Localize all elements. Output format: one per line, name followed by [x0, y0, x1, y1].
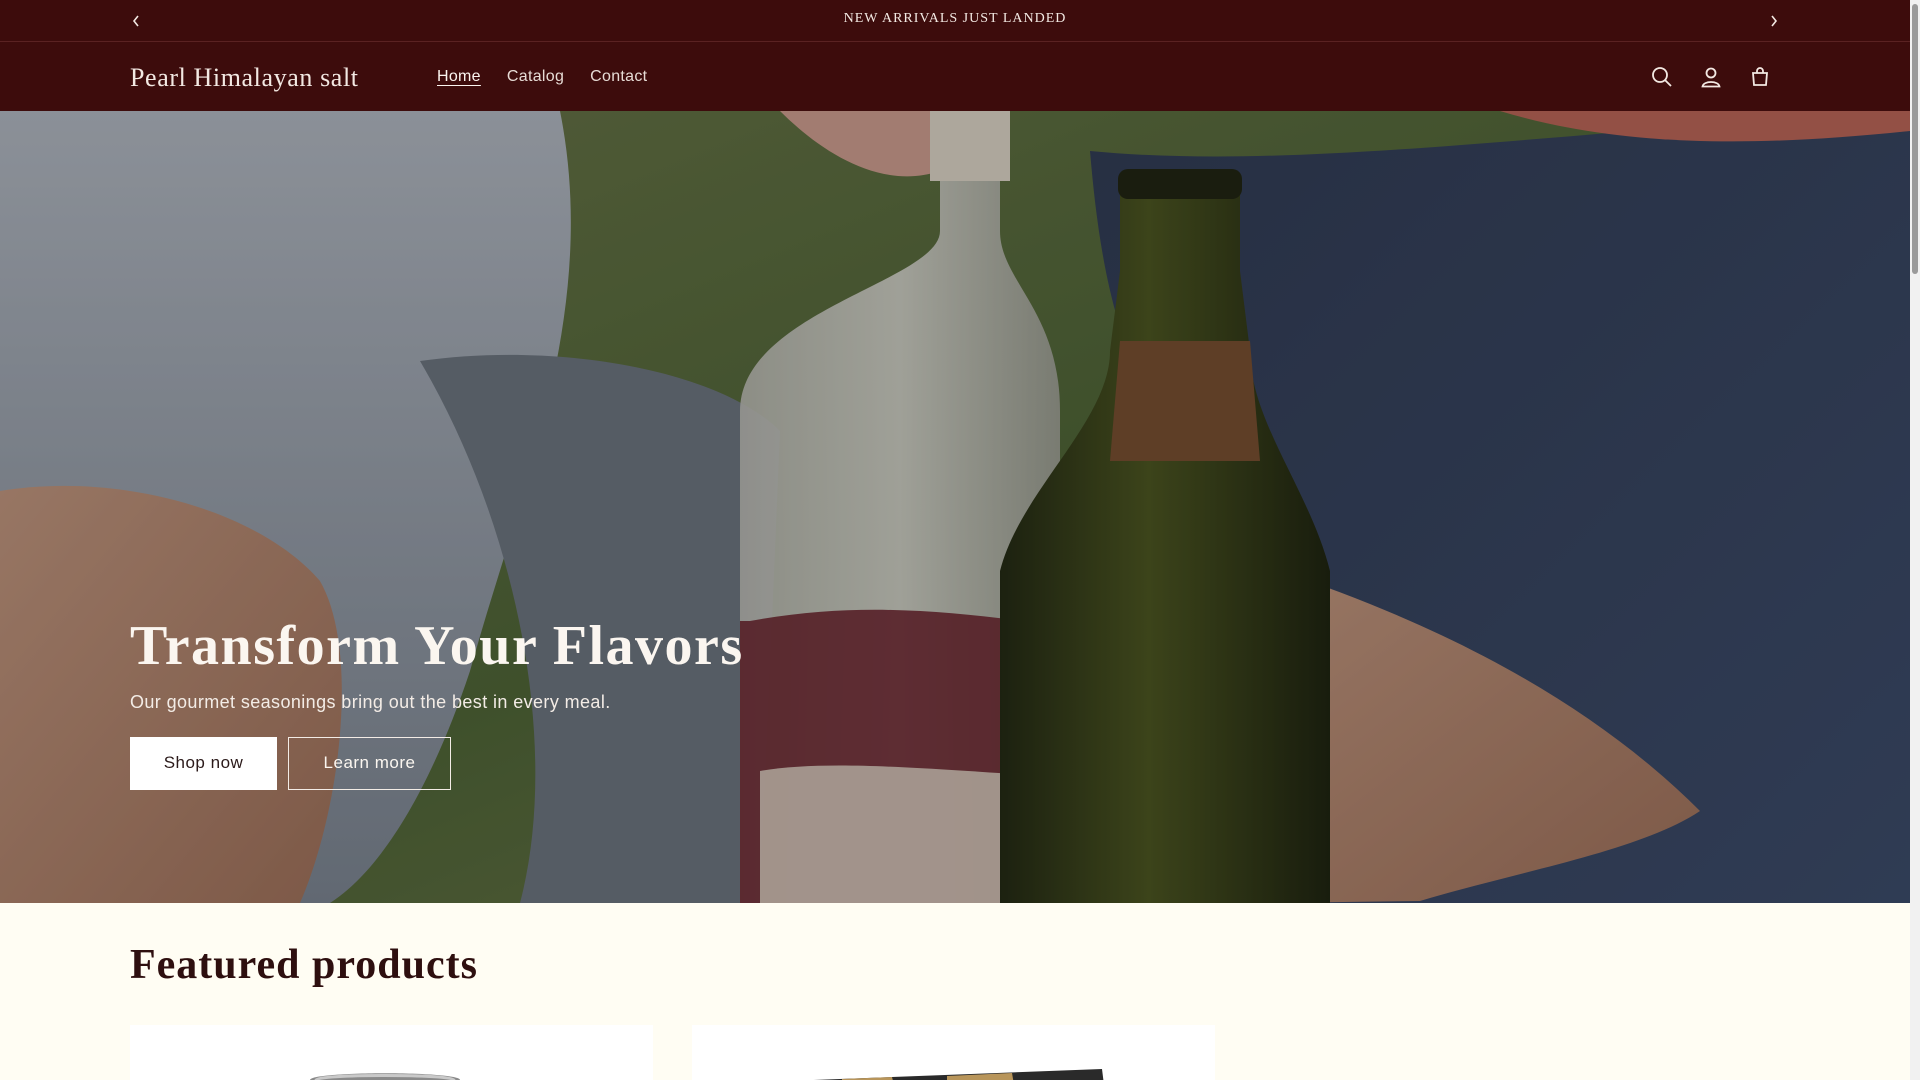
hero-buttons: Shop now Learn more: [130, 736, 744, 790]
hero-title: Transform Your Flavors: [130, 615, 744, 677]
account-icon: [1701, 67, 1721, 87]
announcement-bar: NEW ARRIVALS JUST LANDED: [0, 0, 1910, 42]
product-card[interactable]: [130, 1025, 653, 1080]
learn-more-button[interactable]: Learn more: [288, 736, 451, 790]
featured-products-section: Featured products: [0, 903, 1910, 1080]
search-button[interactable]: [1638, 53, 1686, 101]
nav-catalog[interactable]: Catalog: [494, 68, 577, 86]
site-header: Pearl Himalayan salt Home Catalog Contac…: [0, 42, 1910, 111]
main-nav: Home Catalog Contact: [424, 42, 660, 111]
search-icon: [1652, 66, 1672, 87]
hero-content: Transform Your Flavors Our gourmet seaso…: [130, 615, 744, 790]
account-button[interactable]: [1687, 53, 1735, 101]
cart-icon: [1752, 66, 1768, 86]
hero-subtitle: Our gourmet seasonings bring out the bes…: [130, 691, 611, 712]
store-logo[interactable]: Pearl Himalayan salt: [130, 42, 359, 111]
header-icons: [1638, 42, 1785, 111]
page-scrollbar[interactable]: [1910, 0, 1920, 1080]
shop-now-button[interactable]: Shop now: [130, 736, 277, 790]
nav-contact[interactable]: Contact: [577, 68, 660, 86]
product-card[interactable]: [692, 1025, 1215, 1080]
nav-home[interactable]: Home: [424, 68, 494, 86]
announcement-next-button[interactable]: [1754, 0, 1794, 42]
chevron-right-icon: [1771, 15, 1778, 27]
scrollbar-thumb[interactable]: [1912, 4, 1918, 274]
product-image: [310, 1073, 460, 1080]
product-image: [813, 1069, 1104, 1080]
featured-products-title: Featured products: [130, 942, 478, 988]
hero-banner: Transform Your Flavors Our gourmet seaso…: [0, 111, 1910, 903]
announcement-message: NEW ARRIVALS JUST LANDED: [843, 11, 1067, 26]
cart-button[interactable]: [1736, 53, 1784, 101]
